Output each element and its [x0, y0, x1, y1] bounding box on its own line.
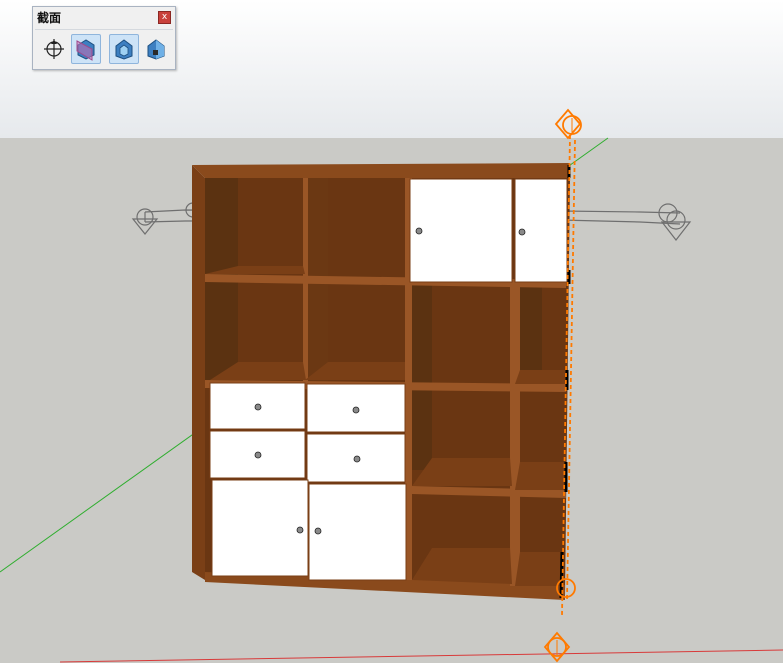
display-section-cuts-button[interactable]	[109, 34, 139, 64]
section-toolbar[interactable]: 截面 x	[32, 6, 176, 70]
vertical-divider-3	[510, 280, 520, 586]
shelf-3b-top	[515, 462, 566, 490]
bookcase-left-side	[192, 165, 205, 580]
display-section-fill-button[interactable]	[141, 34, 171, 64]
door-bottom-1[interactable]	[211, 479, 309, 577]
add-section-plane-icon	[44, 39, 64, 59]
display-section-planes-button[interactable]	[71, 34, 101, 64]
shelf-4b-top	[515, 552, 562, 586]
bookcase[interactable]	[192, 163, 570, 600]
display-section-planes-icon	[76, 39, 95, 61]
vertical-divider-3-inner	[412, 280, 432, 470]
close-icon[interactable]: x	[158, 11, 171, 24]
model-scene[interactable]	[0, 0, 783, 663]
model-viewport[interactable]: 截面 x	[0, 0, 783, 663]
red-axis	[59, 649, 783, 663]
vertical-divider-3-inner-2	[520, 285, 542, 370]
display-section-fill-icon	[147, 39, 165, 60]
bookcase-top	[192, 163, 570, 178]
door-bottom-2[interactable]	[308, 483, 407, 581]
door-top-1[interactable]	[409, 178, 513, 283]
toolbar-title: 截面	[37, 11, 62, 25]
display-section-cuts-icon	[115, 39, 133, 60]
toolbar-separator	[35, 29, 173, 30]
add-section-plane-button[interactable]	[39, 34, 69, 64]
shelf-2c-top	[515, 370, 566, 384]
